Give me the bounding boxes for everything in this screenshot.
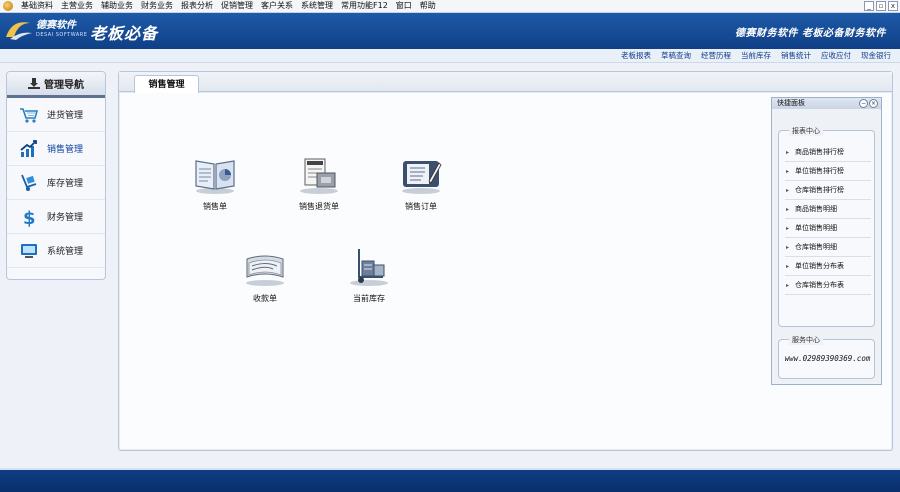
link-cash-bank[interactable]: 现金银行 xyxy=(856,50,896,61)
report-item[interactable]: 商品销售排行榜 xyxy=(785,143,871,162)
func-label: 销售单 xyxy=(203,202,227,211)
close-icon[interactable]: × xyxy=(869,99,878,108)
link-business-history[interactable]: 经营历程 xyxy=(696,50,736,61)
logo-icon xyxy=(6,22,32,40)
workspace: 销售单 销售退货单 销售订单 收款单 当前库存 快捷面板 − × 报表中心 ▸ … xyxy=(120,93,891,449)
download-icon xyxy=(28,78,40,89)
close-button[interactable]: x xyxy=(888,1,898,11)
nav-item-inventory[interactable]: 库存管理 xyxy=(7,166,105,200)
brand-subtitle: DESAI SOFTWARE xyxy=(36,32,88,38)
link-receivables-payables[interactable]: 应收应付 xyxy=(816,50,856,61)
link-draft-query[interactable]: 草稿查询 xyxy=(656,50,696,61)
report-center-group: 报表中心 商品销售排行榜 单位销售排行榜 仓库销售排行榜 商品销售明细 单位销售… xyxy=(778,126,875,327)
report-item[interactable]: 单位销售分布表 xyxy=(785,257,871,276)
dolly-icon xyxy=(21,174,37,191)
nav-item-purchase[interactable]: 进货管理 xyxy=(7,98,105,132)
report-list: 商品销售排行榜 单位销售排行榜 仓库销售排行榜 商品销售明细 单位销售明细 仓库… xyxy=(785,143,871,295)
group-title: 服务中心 xyxy=(789,335,823,345)
quick-link-bar: 老板报表 草稿查询 经营历程 当前库存 销售统计 应收应付 现金银行 xyxy=(0,49,900,63)
link-sales-stats[interactable]: 销售统计 xyxy=(776,50,816,61)
chart-up-icon xyxy=(20,139,37,157)
minimize-button[interactable]: _ xyxy=(864,1,874,11)
header-slogan-right: 德赛财务软件 老板必备财务软件 xyxy=(735,28,886,39)
report-item[interactable]: 单位销售明细 xyxy=(785,219,871,238)
menu-bar: 基础资料 主营业务 辅助业务 财务业务 报表分析 促销管理 客户关系 系统管理 … xyxy=(0,0,900,13)
monitor-icon xyxy=(21,243,37,258)
report-item[interactable]: 仓库销售排行榜 xyxy=(785,181,871,200)
brand-name: 德赛软件 xyxy=(36,20,76,31)
func-current-stock[interactable]: 当前库存 xyxy=(334,247,404,304)
nav-item-label: 进货管理 xyxy=(47,111,84,121)
link-boss-report[interactable]: 老板报表 xyxy=(616,50,656,61)
quick-panel-controls: − × xyxy=(859,99,878,108)
website-link[interactable]: www.02989390369.com xyxy=(779,354,876,363)
menu-item-crm[interactable]: 客户关系 xyxy=(257,0,297,12)
status-bar xyxy=(0,468,900,492)
menu-item-finance[interactable]: 财务业务 xyxy=(137,0,177,12)
func-receipt[interactable]: 收款单 xyxy=(230,247,300,304)
menu-item-window[interactable]: 窗口 xyxy=(392,0,416,12)
menu-item-basic-data[interactable]: 基础资料 xyxy=(17,0,57,12)
func-sales-order-form[interactable]: 销售订单 xyxy=(386,155,456,212)
order-return-icon xyxy=(300,158,338,194)
quick-panel-title-text: 快捷面板 xyxy=(777,99,805,107)
tab-strip: 销售管理 xyxy=(119,72,892,93)
cheque-icon xyxy=(246,255,284,286)
nav-item-sales[interactable]: 销售管理 xyxy=(7,132,105,166)
nav-panel: 管理导航 进货管理 销售管理 库存管理 $ 财务管理 系统管理 xyxy=(6,71,106,280)
nav-header: 管理导航 xyxy=(7,72,105,98)
func-label: 收款单 xyxy=(253,294,277,303)
nav-item-label: 销售管理 xyxy=(47,145,84,155)
nav-item-system[interactable]: 系统管理 xyxy=(7,234,105,268)
menu-item-help[interactable]: 帮助 xyxy=(416,0,440,12)
func-sales-return[interactable]: 销售退货单 xyxy=(284,155,354,212)
cart-icon xyxy=(20,107,39,123)
report-item[interactable]: 仓库销售分布表 xyxy=(785,276,871,295)
window-controls: _ ▫ x xyxy=(864,1,898,11)
nav-item-label: 财务管理 xyxy=(47,213,84,223)
func-label: 销售订单 xyxy=(405,202,437,211)
menu-item-common-functions[interactable]: 常用功能F12 xyxy=(337,0,392,12)
nav-title: 管理导航 xyxy=(44,80,84,91)
report-item[interactable]: 单位销售排行榜 xyxy=(785,162,871,181)
order-form-icon xyxy=(402,161,442,194)
group-title: 报表中心 xyxy=(789,126,823,136)
restore-button[interactable]: ▫ xyxy=(876,1,886,11)
func-label: 销售退货单 xyxy=(299,202,339,211)
nav-item-label: 库存管理 xyxy=(47,179,84,189)
menu-item-reports[interactable]: 报表分析 xyxy=(177,0,217,12)
header-banner: 德赛软件 DESAI SOFTWARE 老板必备 德赛财务软件 老板必备财务软件 xyxy=(0,13,900,49)
book-chart-icon xyxy=(195,160,235,194)
menu-item-main-business[interactable]: 主营业务 xyxy=(57,0,97,12)
menu-item-aux-business[interactable]: 辅助业务 xyxy=(97,0,137,12)
func-label: 当前库存 xyxy=(353,294,385,303)
nav-item-label: 系统管理 xyxy=(47,247,84,257)
tab-sales-management[interactable]: 销售管理 xyxy=(134,75,199,93)
report-item[interactable]: 仓库销售明细 xyxy=(785,238,871,257)
hand-truck-icon xyxy=(350,249,388,286)
service-center-group: 服务中心 www.02989390369.com xyxy=(778,335,876,379)
main-panel: 销售管理 销售单 销售退货单 销售订单 收款单 当前库存 快捷面板 − × 报表… xyxy=(118,71,893,451)
app-icon xyxy=(3,1,13,11)
quick-panel: 快捷面板 − × 报表中心 商品销售排行榜 单位销售排行榜 仓库销售排行榜 商品… xyxy=(771,97,882,385)
menu-item-system[interactable]: 系统管理 xyxy=(297,0,337,12)
menu-item-promotion[interactable]: 促销管理 xyxy=(217,0,257,12)
report-item[interactable]: 商品销售明细 xyxy=(785,200,871,219)
dollar-icon: $ xyxy=(23,208,36,227)
svg-text:$: $ xyxy=(23,208,36,227)
nav-item-finance[interactable]: $ 财务管理 xyxy=(7,200,105,234)
link-current-stock[interactable]: 当前库存 xyxy=(736,50,776,61)
header-slogan: 老板必备 xyxy=(90,24,159,43)
quick-panel-title: 快捷面板 − × xyxy=(772,98,881,109)
func-sales-order[interactable]: 销售单 xyxy=(180,155,250,212)
collapse-icon[interactable]: − xyxy=(859,99,868,108)
